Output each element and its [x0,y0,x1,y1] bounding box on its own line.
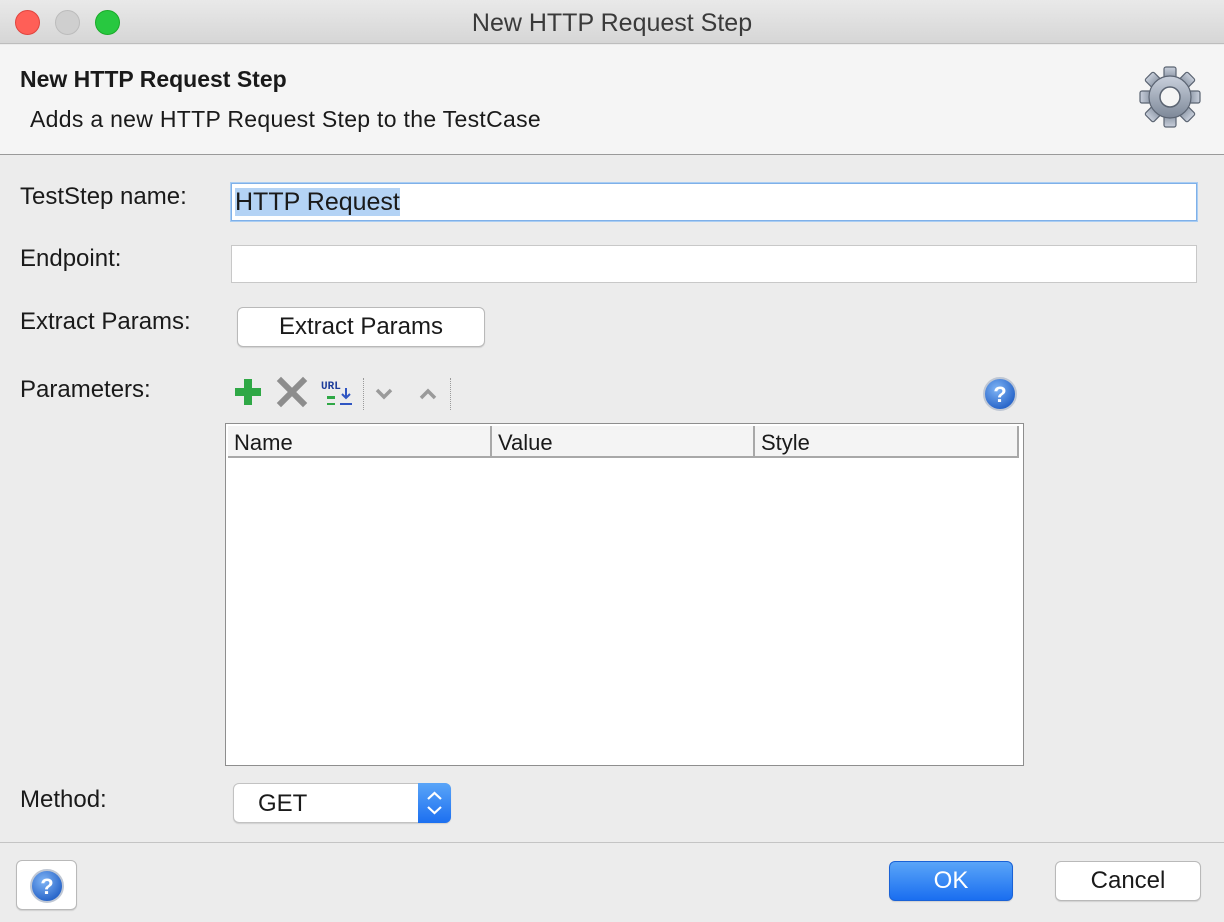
gear-icon [1139,66,1201,128]
move-up-icon[interactable] [418,376,438,408]
teststep-name-field[interactable]: HTTP Request [231,183,1197,221]
header-title: New HTTP Request Step [20,66,287,92]
parameters-table[interactable]: Name Value Style [225,423,1024,766]
remove-parameter-icon[interactable] [276,376,308,408]
endpoint-field[interactable] [231,245,1197,283]
extract-params-button[interactable]: Extract Params [237,307,485,347]
url-params-icon[interactable]: URL [318,376,356,408]
up-down-chevron-icon [427,791,442,815]
svg-text:?: ? [993,382,1006,407]
ok-button[interactable]: OK [889,861,1013,901]
endpoint-label: Endpoint: [20,245,122,272]
move-down-icon[interactable] [374,376,394,408]
parameters-label: Parameters: [20,376,151,403]
add-parameter-icon[interactable] [232,376,264,408]
method-value: GET [258,790,308,817]
svg-text:?: ? [40,874,53,899]
svg-text:URL: URL [321,381,341,393]
column-header-name[interactable]: Name [228,426,492,458]
method-select[interactable]: GET [233,783,451,823]
window-title: New HTTP Request Step [471,9,753,37]
footer-divider [0,842,1224,843]
toolbar-separator [363,378,364,410]
toolbar-separator [450,378,451,410]
dialog-header: New HTTP Request Step Adds a new HTTP Re… [0,45,1224,155]
teststep-name-value: HTTP Request [235,188,400,216]
extract-params-label: Extract Params: [20,308,191,335]
cancel-button[interactable]: Cancel [1055,861,1201,901]
method-label: Method: [20,786,107,813]
column-header-value[interactable]: Value [492,426,755,458]
help-icon[interactable]: ? [982,376,1018,412]
column-header-style[interactable]: Style [755,426,1019,458]
help-button[interactable]: ? [16,860,77,910]
title-bar: New HTTP Request Step [0,0,1224,44]
select-arrows[interactable] [418,783,451,823]
help-icon: ? [29,869,64,903]
header-description: Adds a new HTTP Request Step to the Test… [30,106,541,132]
teststep-name-label: TestStep name: [20,183,187,210]
